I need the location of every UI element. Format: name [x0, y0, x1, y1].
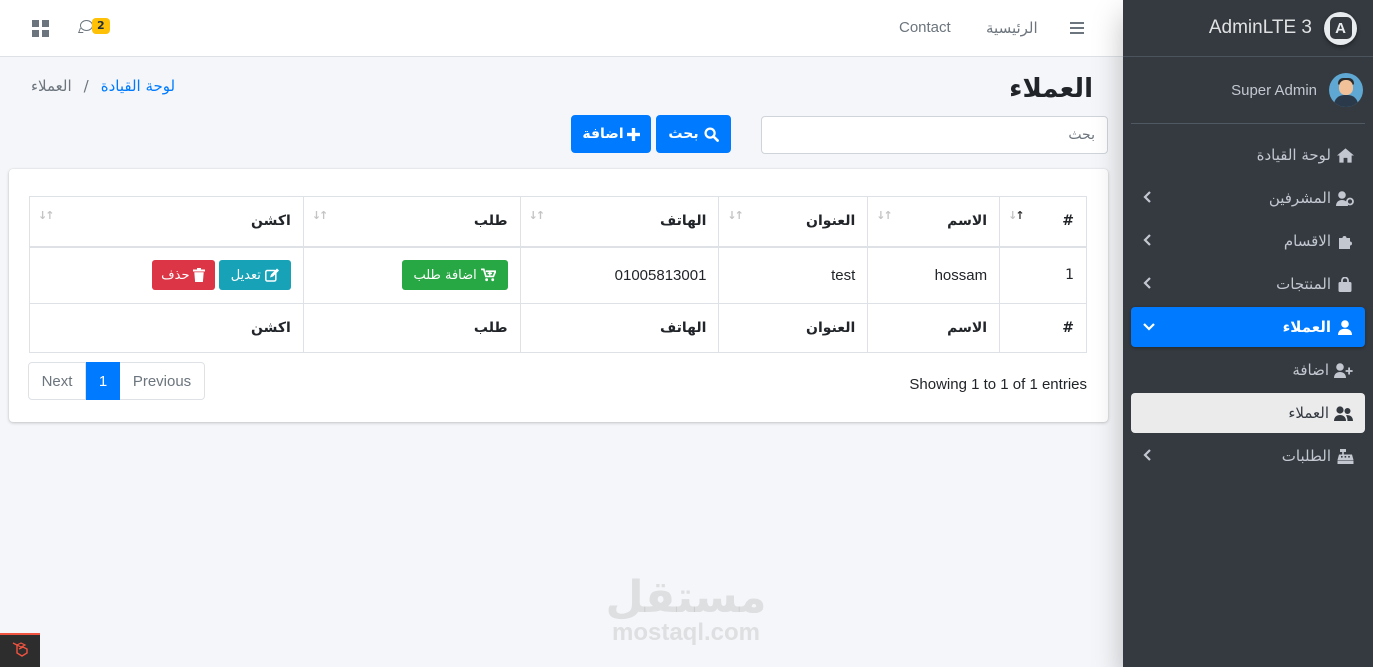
chevron-left-icon — [1143, 233, 1151, 249]
bag-icon — [1335, 276, 1355, 292]
cell-order: اضافة طلب — [302, 246, 521, 304]
avatar — [1329, 73, 1363, 107]
column-footer-name: الاسم — [867, 303, 1001, 353]
sort-icon: ↑↓ — [876, 209, 893, 222]
pagination-previous[interactable]: Previous — [120, 362, 205, 400]
column-footer-order: طلب — [302, 303, 521, 353]
column-header-phone[interactable]: الهاتف ↑↓ — [519, 196, 720, 248]
sort-icon: ↑↓ — [1008, 209, 1025, 222]
edit-button[interactable]: تعديل — [218, 260, 291, 291]
messages-button[interactable]: 2 — [78, 17, 112, 39]
sidebar-item-orders[interactable]: الطلبات — [1131, 436, 1365, 476]
sort-icon: ↑↓ — [311, 209, 329, 222]
table-row: 1 hossam test 01005813001 اضافة طلب تعدي… — [29, 246, 1087, 304]
sidebar-item-supervisors[interactable]: المشرفين — [1131, 178, 1365, 218]
user-plus-icon — [1333, 362, 1353, 378]
column-header-name[interactable]: الاسم ↑↓ — [867, 196, 1001, 248]
search-button[interactable]: بحث — [656, 115, 731, 153]
column-header-address[interactable]: العنوان ↑↓ — [718, 196, 869, 248]
menu-toggle-icon[interactable] — [1070, 22, 1084, 34]
sidebar-item-sections[interactable]: الاقسام — [1131, 221, 1365, 261]
chevron-down-icon — [1143, 320, 1155, 334]
sidebar-nav: لوحة القيادة المشرفين الاقسام المنتجات ا… — [1123, 124, 1373, 476]
breadcrumb-link-dashboard[interactable]: لوحة القيادة — [101, 77, 175, 95]
cash-register-icon — [1335, 448, 1355, 464]
cart-plus-icon — [480, 268, 496, 282]
customers-table: # ↑↓ الاسم ↑↓ العنوان ↑↓ الهاتف ↑↓ طلب ↑↓ اكش… — [29, 196, 1087, 353]
watermark-latin: mostaql.com — [611, 619, 761, 646]
pagination-page-1[interactable]: 1 — [86, 362, 120, 400]
table-info: Showing 1 to 1 of 1 entries — [909, 376, 1087, 393]
sort-icon: ↑↓ — [727, 209, 744, 222]
chevron-left-icon — [1143, 276, 1151, 292]
cell-address: test — [718, 246, 869, 304]
search-input[interactable] — [761, 116, 1108, 154]
laravel-debug-badge[interactable] — [0, 633, 40, 667]
user-panel[interactable]: Super Admin — [1131, 57, 1365, 124]
cell-name: hossam — [867, 246, 1001, 304]
delete-button[interactable]: حذف — [151, 260, 215, 291]
column-header-action[interactable]: اكشن ↑↓ — [29, 196, 304, 248]
puzzle-icon — [1335, 234, 1355, 249]
laravel-logo-icon — [11, 640, 29, 662]
user-name: Super Admin — [1231, 81, 1317, 99]
column-footer-phone: الهاتف — [519, 303, 720, 353]
sidebar-subitem-customers-list[interactable]: العملاء — [1131, 393, 1365, 433]
column-header-order[interactable]: طلب ↑↓ — [302, 196, 521, 248]
cell-phone: 01005813001 — [519, 246, 720, 304]
column-footer-action: اكشن — [29, 303, 304, 353]
search-icon — [704, 126, 719, 142]
sort-icon: ↑↓ — [528, 209, 546, 222]
users-icon — [1333, 405, 1353, 421]
chevron-left-icon — [1143, 448, 1151, 464]
user-icon — [1335, 319, 1355, 335]
sidebar: AdminLTE 3 A Super Admin لوحة القيادة ال… — [1123, 0, 1373, 667]
brand-logo-icon: A — [1324, 11, 1357, 45]
column-footer-number: # — [999, 303, 1087, 353]
plus-icon — [626, 127, 640, 141]
sidebar-item-products[interactable]: المنتجات — [1131, 264, 1365, 304]
cell-action: تعديل حذف — [29, 246, 304, 304]
sort-icon: ↑↓ — [38, 209, 55, 222]
edit-icon — [264, 268, 279, 282]
column-header-number[interactable]: # ↑↓ — [999, 196, 1087, 248]
user-cog-icon — [1335, 190, 1355, 206]
top-navbar: 2 Contact الرئيسية — [0, 0, 1123, 57]
cell-number: 1 — [999, 246, 1087, 304]
sidebar-item-customers[interactable]: العملاء — [1131, 307, 1365, 347]
sidebar-item-dashboard[interactable]: لوحة القيادة — [1131, 135, 1365, 175]
nav-link-home[interactable]: الرئيسية — [986, 19, 1038, 37]
customers-card: # ↑↓ الاسم ↑↓ العنوان ↑↓ الهاتف ↑↓ طلب ↑↓ اكش… — [9, 169, 1108, 422]
watermark-arabic: مستقل — [605, 572, 767, 623]
sidebar-subitem-add-customer[interactable]: اضافة — [1131, 350, 1365, 390]
home-icon — [1335, 147, 1355, 163]
trash-icon — [193, 268, 206, 283]
brand-link[interactable]: AdminLTE 3 A — [1123, 0, 1373, 57]
apps-grid-icon[interactable] — [32, 20, 49, 37]
page-title: العملاء — [1009, 74, 1093, 104]
messages-badge: 2 — [92, 18, 110, 34]
pagination: Next 1 Previous — [28, 362, 205, 400]
add-order-button[interactable]: اضافة طلب — [401, 260, 508, 291]
add-button[interactable]: اضافة — [571, 115, 651, 153]
watermark: مستقل mostaql.com — [600, 576, 772, 646]
breadcrumb-current: العملاء — [31, 77, 72, 95]
column-footer-address: العنوان — [718, 303, 869, 353]
brand-name: AdminLTE 3 — [1208, 17, 1312, 38]
chevron-left-icon — [1143, 190, 1151, 206]
breadcrumb-separator: / — [83, 77, 89, 95]
breadcrumb: العملاء / لوحة القيادة — [31, 77, 175, 95]
pagination-next[interactable]: Next — [28, 362, 86, 400]
nav-link-contact[interactable]: Contact — [899, 19, 951, 36]
